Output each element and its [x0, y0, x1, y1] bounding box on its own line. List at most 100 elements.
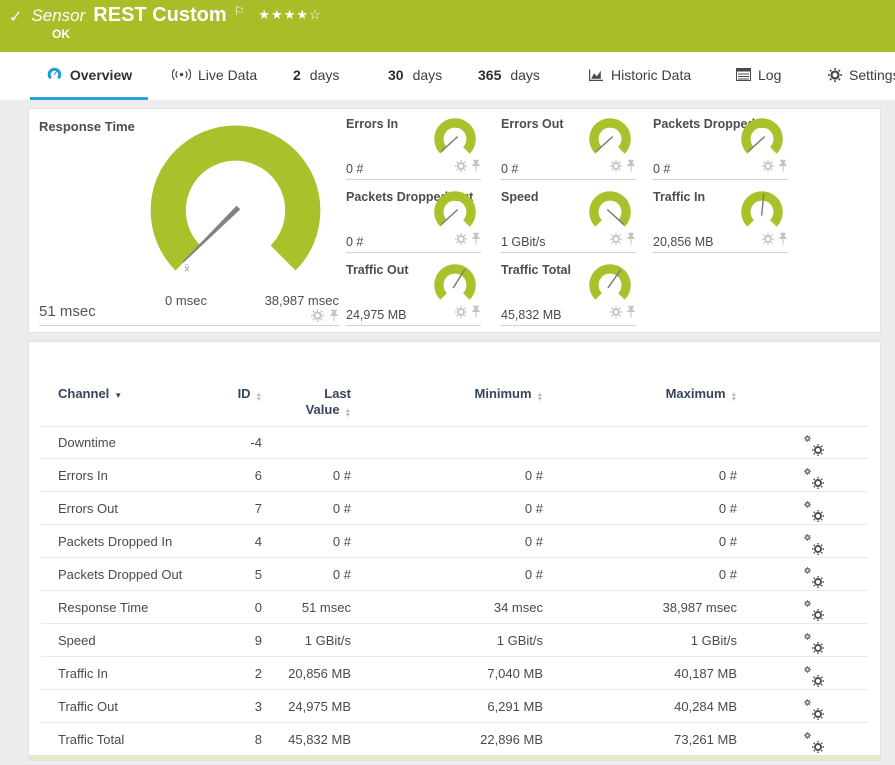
tab-label: Settings — [849, 67, 895, 83]
gauge-cell-errors-out: Errors Out0 # — [501, 117, 636, 180]
gear-icon[interactable] — [610, 232, 622, 250]
channel-row-response-time[interactable]: Response Time051 msec34 msec38,987 msec — [29, 591, 880, 624]
gear-icon[interactable] — [455, 305, 467, 323]
tab-overview[interactable]: Overview — [30, 52, 148, 100]
tab-2-days[interactable]: 2days — [293, 52, 339, 100]
pin-icon[interactable] — [626, 305, 636, 323]
channel-minimum: 0 # — [361, 558, 543, 591]
channel-minimum: 34 msec — [361, 591, 543, 624]
channel-name: Response Time — [58, 591, 218, 624]
tab-bar: OverviewLive Data2days30days365daysHisto… — [0, 52, 895, 100]
tab-number: 30 — [388, 67, 404, 83]
tab-settings[interactable]: Settings — [828, 52, 895, 100]
pin-icon[interactable] — [626, 159, 636, 177]
column-header-min[interactable]: Minimum▲▼ — [361, 386, 543, 402]
channel-settings-icon[interactable] — [804, 534, 824, 552]
response-time-title: Response Time — [39, 119, 135, 134]
gauge-value: 1 GBit/s — [501, 235, 545, 249]
channel-maximum: 40,284 MB — [553, 690, 737, 723]
gauge-title: Traffic Total — [501, 263, 571, 277]
channel-row-packets-dropped-in[interactable]: Packets Dropped In40 #0 #0 # — [29, 525, 880, 558]
channel-minimum: 7,040 MB — [361, 657, 543, 690]
gear-icon[interactable] — [762, 232, 774, 250]
gauge-actions — [762, 159, 788, 177]
channel-name: Traffic In — [58, 657, 218, 690]
channel-name: Errors In — [58, 459, 218, 492]
tab-label: Live Data — [198, 67, 257, 83]
sort-desc-icon: ▼ — [114, 391, 122, 400]
channel-settings-icon[interactable] — [804, 435, 824, 453]
channel-settings-icon[interactable] — [804, 567, 824, 585]
chart-icon — [588, 68, 604, 82]
tab-365-days[interactable]: 365days — [478, 52, 540, 100]
channel-last-value: 51 msec — [272, 591, 351, 624]
channel-row-traffic-total[interactable]: Traffic Total845,832 MB22,896 MB73,261 M… — [29, 723, 880, 756]
channel-settings-icon[interactable] — [804, 666, 824, 684]
log-icon — [736, 68, 751, 81]
prtg-sensor-page: ✓ Sensor REST Custom ⚐ ★★★★☆ OK Overview… — [0, 0, 895, 761]
gear-icon[interactable] — [610, 159, 622, 177]
column-header-channel[interactable]: Channel▼ — [58, 386, 218, 401]
tab-30-days[interactable]: 30days — [388, 52, 442, 100]
channel-row-traffic-out[interactable]: Traffic Out324,975 MB6,291 MB40,284 MB — [29, 690, 880, 723]
channel-row-errors-out[interactable]: Errors Out70 #0 #0 # — [29, 492, 880, 525]
channel-settings-icon[interactable] — [804, 633, 824, 651]
gear-icon[interactable] — [610, 305, 622, 323]
pin-icon[interactable] — [471, 232, 481, 250]
column-header-max[interactable]: Maximum▲▼ — [553, 386, 737, 402]
tab-label: Log — [758, 67, 781, 83]
tab-log[interactable]: Log — [736, 52, 781, 100]
channel-settings-icon[interactable] — [804, 732, 824, 750]
gear-icon[interactable] — [455, 159, 467, 177]
channel-last-value: 0 # — [272, 558, 351, 591]
pin-icon[interactable] — [626, 232, 636, 250]
pin-icon[interactable] — [778, 159, 788, 177]
pin-icon[interactable] — [471, 305, 481, 323]
tab-number: 2 — [293, 67, 301, 83]
channel-minimum: 22,896 MB — [361, 723, 543, 756]
channels-panel: Channel▼ID▲▼ LastValue▲▼ Minimum▲▼ Maximum▲… — [28, 341, 881, 761]
channel-name: Traffic Total — [58, 723, 218, 756]
column-header-last[interactable]: LastValue▲▼ — [272, 386, 351, 418]
channel-last-value: 1 GBit/s — [272, 624, 351, 657]
flag-icon[interactable]: ⚐ — [234, 4, 245, 18]
channel-row-speed[interactable]: Speed91 GBit/s1 GBit/s1 GBit/s — [29, 624, 880, 657]
channel-name: Downtime — [58, 426, 218, 459]
tab-live-data[interactable]: Live Data — [172, 52, 257, 100]
channel-settings-icon[interactable] — [804, 600, 824, 618]
pin-icon[interactable] — [471, 159, 481, 177]
channel-settings-icon[interactable] — [804, 468, 824, 486]
gear-icon[interactable] — [762, 159, 774, 177]
gauge-title: Speed — [501, 190, 539, 204]
channel-id: 3 — [202, 690, 262, 723]
channel-maximum: 40,187 MB — [553, 657, 737, 690]
channel-minimum: 0 # — [361, 525, 543, 558]
gauges-panel: Response Time x̄ 0 msec 38,987 msec 51 m… — [28, 108, 881, 333]
gear-icon[interactable] — [455, 232, 467, 250]
channel-settings-icon[interactable] — [804, 501, 824, 519]
channel-last-value: 0 # — [272, 459, 351, 492]
channel-maximum: 1 GBit/s — [553, 624, 737, 657]
channel-row-errors-in[interactable]: Errors In60 #0 #0 # — [29, 459, 880, 492]
gauge-actions — [455, 159, 481, 177]
tab-label: days — [510, 67, 540, 83]
channel-name: Packets Dropped Out — [58, 558, 218, 591]
star-rating[interactable]: ★★★★☆ — [258, 7, 321, 23]
gauge-cell-errors-in: Errors In0 # — [346, 117, 481, 180]
channel-minimum: 1 GBit/s — [361, 624, 543, 657]
channel-maximum: 0 # — [553, 558, 737, 591]
channel-settings-icon[interactable] — [804, 699, 824, 717]
gauge-actions — [610, 159, 636, 177]
channel-id: 5 — [202, 558, 262, 591]
gauge-actions — [455, 305, 481, 323]
pin-icon[interactable] — [778, 232, 788, 250]
channel-row-downtime[interactable]: Downtime-4 — [29, 426, 880, 459]
column-header-id[interactable]: ID▲▼ — [202, 386, 262, 402]
gauge-actions — [762, 232, 788, 250]
tab-historic-data[interactable]: Historic Data — [588, 52, 691, 100]
sort-icon: ▲▼ — [537, 392, 543, 402]
channel-row-packets-dropped-out[interactable]: Packets Dropped Out5 0 # 0 # 0 # — [29, 558, 880, 591]
gear-icon — [828, 68, 842, 82]
channel-row-traffic-in[interactable]: Traffic In220,856 MB7,040 MB40,187 MB — [29, 657, 880, 690]
gauge-actions — [610, 305, 636, 323]
